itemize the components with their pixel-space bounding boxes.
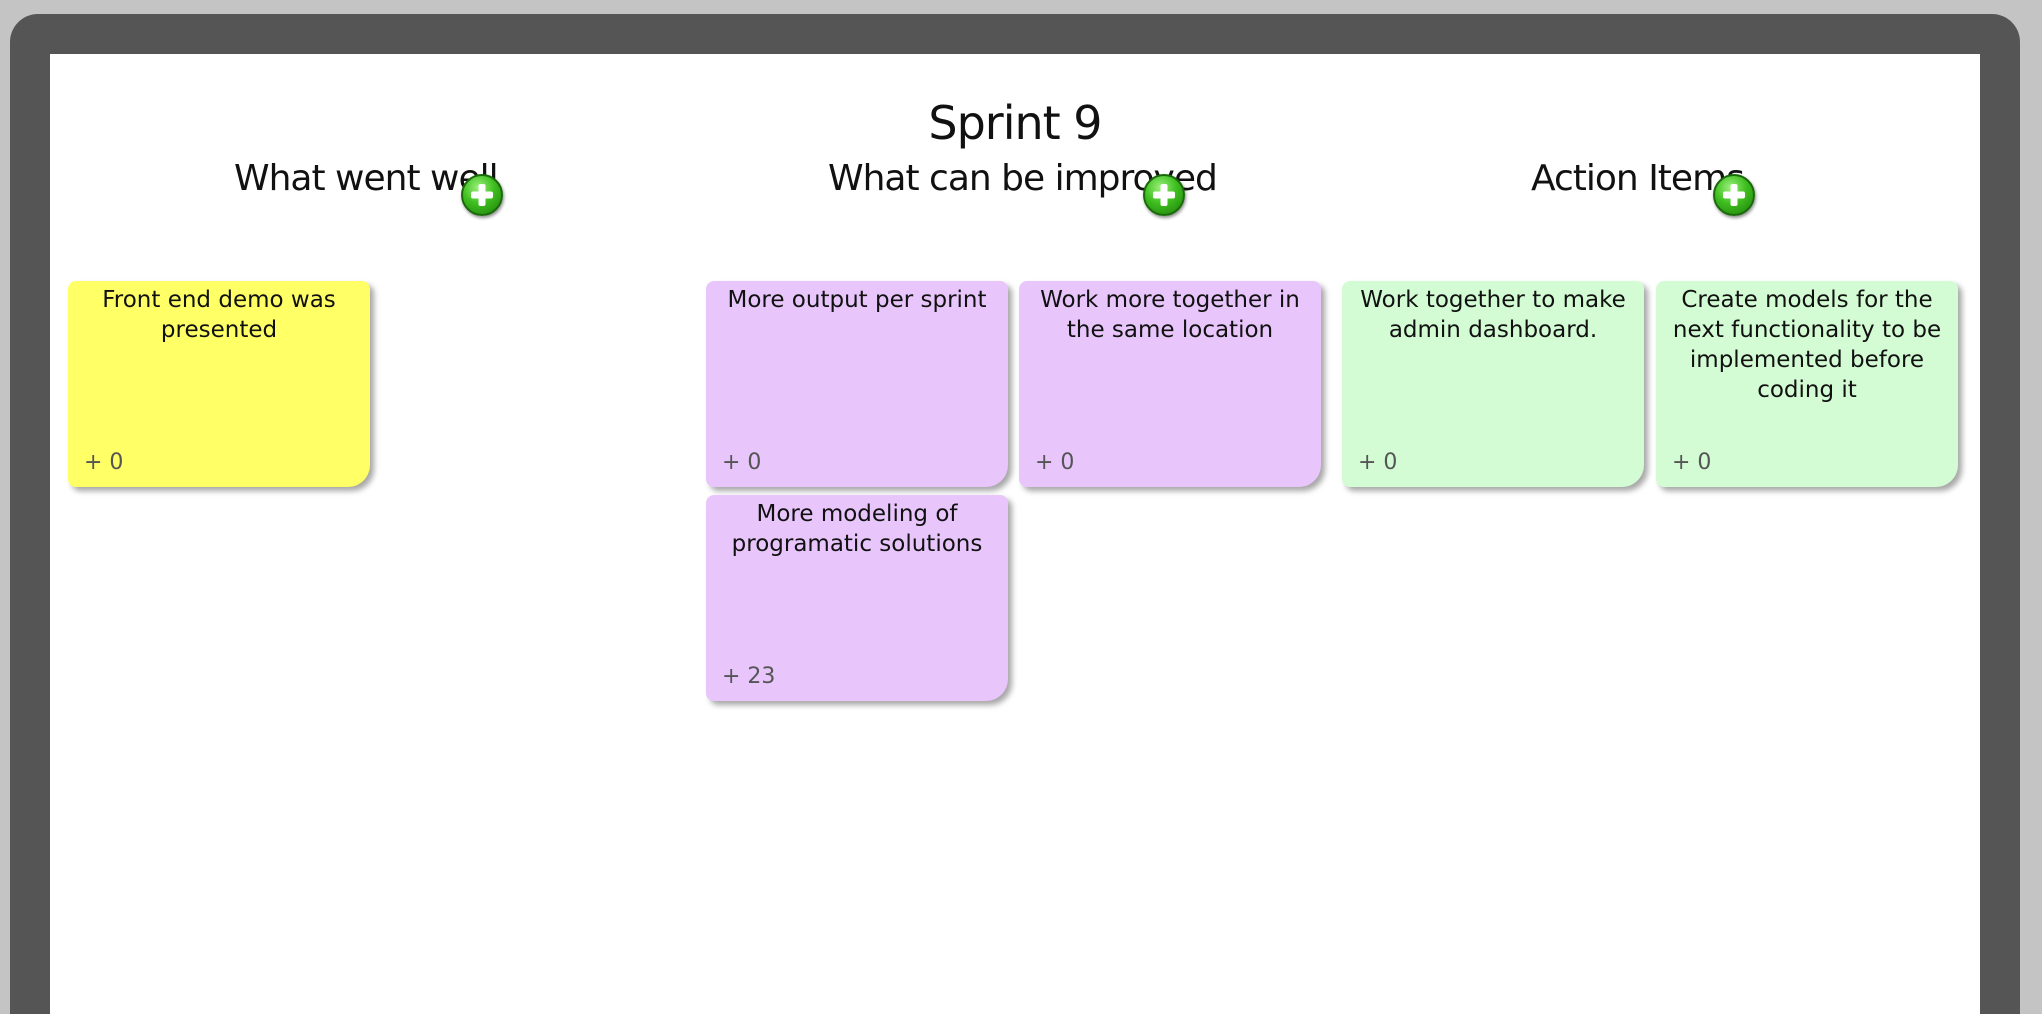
column-header-went-well: What went well xyxy=(234,158,499,199)
vote-count-button[interactable]: + 0 xyxy=(1358,450,1397,475)
card-text: Work more together in the same location xyxy=(1040,287,1300,343)
sticky-note-card[interactable]: More modeling of programatic solutions +… xyxy=(706,495,1008,701)
card-text: Create models for the next functionality… xyxy=(1672,287,1942,403)
add-card-action-items-button[interactable] xyxy=(1713,174,1755,216)
add-card-went-well-button[interactable] xyxy=(461,174,503,216)
sticky-note-card[interactable]: Work more together in the same location … xyxy=(1019,281,1321,487)
add-card-can-be-improved-button[interactable] xyxy=(1143,174,1185,216)
card-text: More output per sprint xyxy=(727,287,987,313)
vote-count-button[interactable]: + 0 xyxy=(84,450,123,475)
sticky-note-card[interactable]: More output per sprint + 0 xyxy=(706,281,1008,487)
card-text: Work together to make admin dashboard. xyxy=(1360,287,1626,343)
vote-count-button[interactable]: + 23 xyxy=(722,664,775,689)
sticky-note-card[interactable]: Front end demo was presented + 0 xyxy=(68,281,370,487)
vote-count-button[interactable]: + 0 xyxy=(722,450,761,475)
card-text: More modeling of programatic solutions xyxy=(731,501,983,557)
column-header-action-items: Action Items xyxy=(1531,158,1745,199)
card-text: Front end demo was presented xyxy=(102,287,336,343)
sticky-note-card[interactable]: Create models for the next functionality… xyxy=(1656,281,1958,487)
vote-count-button[interactable]: + 0 xyxy=(1672,450,1711,475)
board-title: Sprint 9 xyxy=(928,96,1102,150)
sticky-note-card[interactable]: Work together to make admin dashboard. +… xyxy=(1342,281,1644,487)
vote-count-button[interactable]: + 0 xyxy=(1035,450,1074,475)
